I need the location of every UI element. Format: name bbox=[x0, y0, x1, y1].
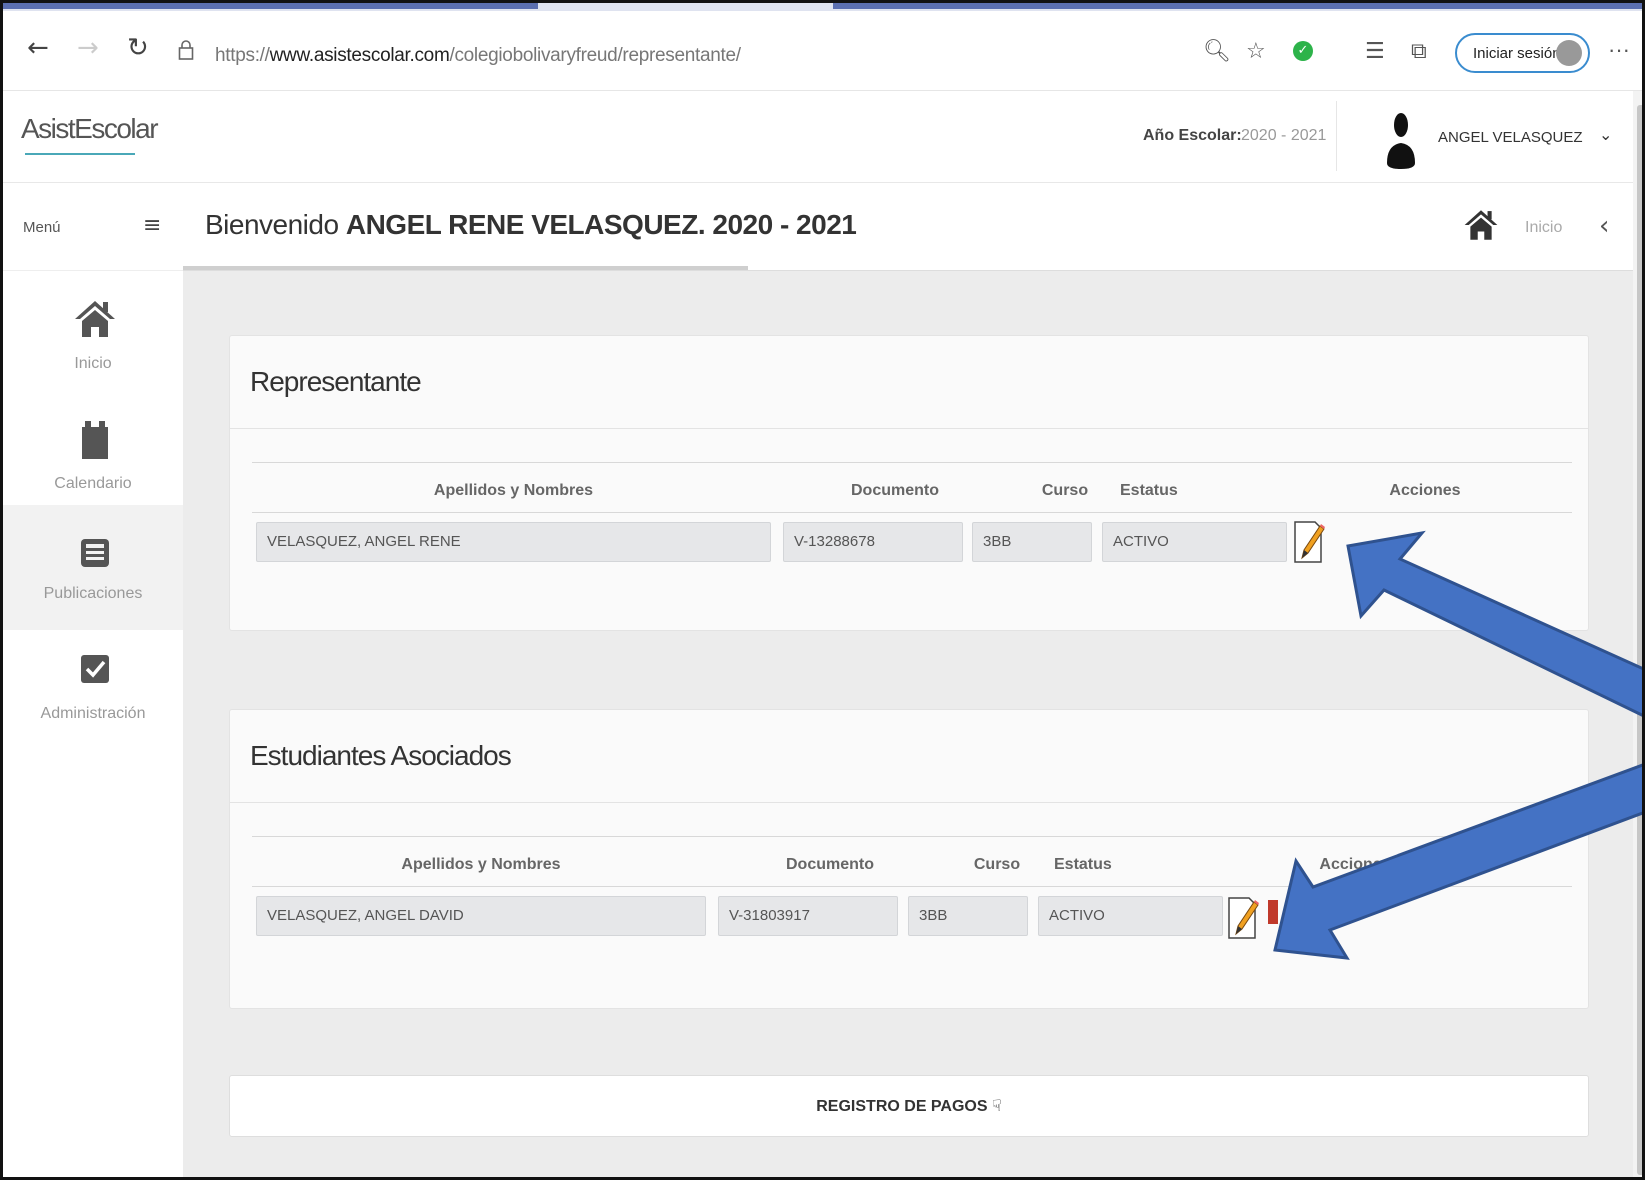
breadcrumb-home-icon[interactable] bbox=[1463, 207, 1499, 243]
main-content: Bienvenido ANGEL RENE VELASQUEZ. 2020 - … bbox=[183, 183, 1633, 1177]
column-header: Documento bbox=[851, 482, 939, 499]
zoom-icon[interactable]: 🔍︎ bbox=[1203, 39, 1231, 64]
sidebar-menu-header: Menú ≡ bbox=[3, 183, 183, 271]
column-header: Estatus bbox=[1054, 856, 1112, 873]
panel-divider bbox=[230, 428, 1588, 429]
estudiantes-panel: Estudiantes Asociados Apellidos y Nombre… bbox=[229, 709, 1589, 1009]
sidebar-item-administracion[interactable]: Administración bbox=[3, 625, 183, 750]
browser-toolbar: ← → ↻ https://www.asistescolar.com/coleg… bbox=[3, 11, 1642, 91]
sidebar-item-label: Calendario bbox=[54, 475, 132, 492]
column-header: Curso bbox=[1041, 482, 1089, 499]
menu-label: Menú bbox=[23, 219, 61, 236]
delete-icon[interactable] bbox=[1266, 894, 1280, 942]
breadcrumb-inicio[interactable]: Inicio bbox=[1525, 219, 1562, 237]
estatus-field: ACTIVO bbox=[1102, 522, 1287, 562]
column-header: Estatus bbox=[1120, 482, 1178, 499]
url-path: /colegiobolivaryfreud/representante/ bbox=[449, 45, 741, 66]
lock-icon bbox=[178, 40, 194, 60]
sidebar-item-label: Publicaciones bbox=[43, 585, 143, 602]
table-header-bottom-line bbox=[252, 512, 1572, 513]
table-header-bottom-line bbox=[252, 886, 1572, 887]
scrollbar-thumb[interactable] bbox=[1637, 105, 1642, 1175]
registro-pagos-label: REGISTRO DE PAGOS ☟ bbox=[816, 1096, 1002, 1115]
panel-title: Representante bbox=[250, 366, 422, 397]
documento-field: V-31803917 bbox=[718, 896, 898, 936]
sidebar: Menú ≡ Inicio Calendario Publicaciones A… bbox=[3, 183, 183, 1177]
url-prefix: https:// bbox=[215, 45, 270, 66]
tab-strip bbox=[3, 3, 1642, 11]
user-name[interactable]: ANGEL VELASQUEZ bbox=[1438, 129, 1583, 146]
column-header: Acciones bbox=[1389, 482, 1461, 499]
logo-underline bbox=[25, 153, 135, 155]
representante-panel: Representante Apellidos y Nombres Docume… bbox=[229, 335, 1589, 631]
nombre-field: VELASQUEZ, ANGEL RENE bbox=[256, 522, 771, 562]
column-header: Acciones bbox=[1319, 856, 1391, 873]
more-icon[interactable]: ··· bbox=[1608, 37, 1630, 63]
column-header: Apellidos y Nombres bbox=[401, 856, 561, 873]
sidebar-item-inicio[interactable]: Inicio bbox=[3, 275, 183, 400]
panel-divider bbox=[230, 802, 1588, 803]
curso-field: 3BB bbox=[908, 896, 1028, 936]
column-header: Documento bbox=[786, 856, 874, 873]
sidebar-item-calendario[interactable]: Calendario bbox=[3, 395, 183, 520]
page-scrollbar[interactable] bbox=[1633, 91, 1642, 1177]
nombre-field: VELASQUEZ, ANGEL DAVID bbox=[256, 896, 706, 936]
home-icon bbox=[75, 301, 115, 337]
hamburger-icon[interactable]: ≡ bbox=[143, 213, 161, 238]
table-header-top-line bbox=[252, 836, 1572, 837]
calendar-icon bbox=[82, 421, 108, 459]
chevron-down-icon[interactable]: ⌄ bbox=[1599, 125, 1612, 144]
signin-button[interactable]: Iniciar sesión bbox=[1455, 33, 1590, 73]
url-domain: www.asistescolar.com bbox=[269, 45, 450, 66]
table-header-top-line bbox=[252, 462, 1572, 463]
page-title: Bienvenido ANGEL RENE VELASQUEZ. 2020 - … bbox=[205, 209, 857, 240]
sidebar-item-label: Administración bbox=[40, 705, 146, 722]
panel-title: Estudiantes Asociados bbox=[250, 740, 512, 771]
favorite-star-icon[interactable]: ☆ bbox=[1246, 39, 1266, 64]
chevron-left-icon[interactable]: ‹ bbox=[1599, 211, 1609, 241]
forward-button[interactable]: → bbox=[77, 33, 99, 63]
page-title-bar: Bienvenido ANGEL RENE VELASQUEZ. 2020 - … bbox=[183, 183, 1633, 271]
edit-pencil-icon[interactable] bbox=[1292, 518, 1326, 566]
estatus-field: ACTIVO bbox=[1038, 896, 1223, 936]
reload-button[interactable]: ↻ bbox=[127, 33, 149, 63]
pointing-hand-icon: ☟ bbox=[991, 1096, 1002, 1115]
back-button[interactable]: ← bbox=[27, 33, 49, 63]
sidebar-item-publicaciones[interactable]: Publicaciones bbox=[3, 505, 183, 630]
edit-pencil-icon[interactable] bbox=[1226, 894, 1260, 942]
sidebar-item-label: Inicio bbox=[74, 355, 112, 372]
asistescolar-logo[interactable]: AsistEscolar bbox=[21, 113, 159, 145]
school-year-value: 2020 - 2021 bbox=[1241, 127, 1327, 144]
column-header: Curso bbox=[973, 856, 1021, 873]
screenshot-frame: ← → ↻ https://www.asistescolar.com/coleg… bbox=[0, 0, 1645, 1180]
profile-avatar-icon bbox=[1556, 40, 1582, 66]
newspaper-icon bbox=[81, 539, 109, 567]
column-header: Apellidos y Nombres bbox=[433, 482, 594, 499]
registro-pagos-button[interactable]: REGISTRO DE PAGOS ☟ bbox=[229, 1075, 1589, 1137]
curso-field: 3BB bbox=[972, 522, 1092, 562]
signin-label: Iniciar sesión bbox=[1473, 45, 1561, 62]
collections-icon[interactable]: ⧉ bbox=[1411, 39, 1427, 64]
header-divider bbox=[1336, 101, 1337, 171]
loading-bar bbox=[183, 266, 748, 270]
shield-check-icon[interactable]: ✓ bbox=[1293, 41, 1313, 61]
app-header: AsistEscolar Año Escolar: 2020 - 2021 AN… bbox=[3, 91, 1633, 183]
checkbox-icon bbox=[81, 655, 109, 683]
documento-field: V-13288678 bbox=[783, 522, 963, 562]
school-year-label: Año Escolar: bbox=[1143, 127, 1242, 144]
user-icon[interactable] bbox=[1385, 111, 1417, 169]
favorites-list-icon[interactable]: ☰ bbox=[1365, 39, 1385, 64]
address-bar[interactable]: https://www.asistescolar.com/colegioboli… bbox=[215, 45, 741, 67]
